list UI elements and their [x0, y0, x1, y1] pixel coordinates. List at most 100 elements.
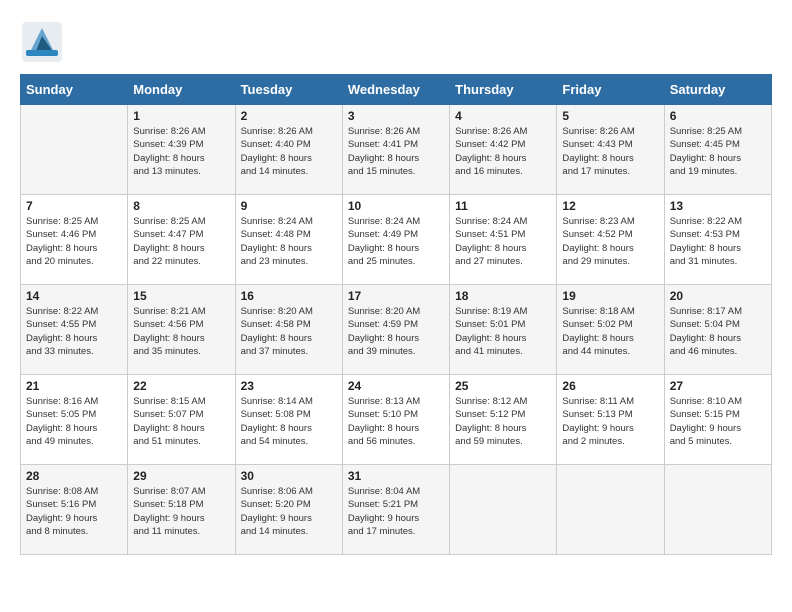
- day-number: 16: [241, 289, 337, 303]
- day-cell: 18 Sunrise: 8:19 AM Sunset: 5:01 PM Dayli…: [450, 285, 557, 375]
- day-cell: 5 Sunrise: 8:26 AM Sunset: 4:43 PM Daylig…: [557, 105, 664, 195]
- day-info: Sunrise: 8:13 AM Sunset: 5:10 PM Dayligh…: [348, 395, 444, 448]
- day-number: 14: [26, 289, 122, 303]
- day-cell: [450, 465, 557, 555]
- day-info: Sunrise: 8:24 AM Sunset: 4:48 PM Dayligh…: [241, 215, 337, 268]
- day-cell: 8Sunrise: 8:25 AM Sunset: 4:47 PM Daylig…: [128, 195, 235, 285]
- day-cell: 12Sunrise: 8:23 AM Sunset: 4:52 PM Dayli…: [557, 195, 664, 285]
- day-number: 31: [348, 469, 444, 483]
- day-cell: 2 Sunrise: 8:26 AM Sunset: 4:40 PM Daylig…: [235, 105, 342, 195]
- day-number: 4: [455, 109, 551, 123]
- day-info: Sunrise: 8:06 AM Sunset: 5:20 PM Dayligh…: [241, 485, 337, 538]
- day-number: 3: [348, 109, 444, 123]
- day-number: 15: [133, 289, 229, 303]
- day-number: 21: [26, 379, 122, 393]
- day-number: 8: [133, 199, 229, 213]
- day-info: Sunrise: 8:25 AM Sunset: 4:46 PM Dayligh…: [26, 215, 122, 268]
- day-number: 9: [241, 199, 337, 213]
- day-info: Sunrise: 8:26 AM Sunset: 4:42 PM Dayligh…: [455, 125, 551, 178]
- day-cell: 26Sunrise: 8:11 AM Sunset: 5:13 PM Dayli…: [557, 375, 664, 465]
- day-number: 25: [455, 379, 551, 393]
- day-cell: 11 Sunrise: 8:24 AM Sunset: 4:51 PM Dayli…: [450, 195, 557, 285]
- day-info: Sunrise: 8:22 AM Sunset: 4:53 PM Dayligh…: [670, 215, 766, 268]
- day-number: 24: [348, 379, 444, 393]
- day-cell: 9 Sunrise: 8:24 AM Sunset: 4:48 PM Daylig…: [235, 195, 342, 285]
- day-cell: 24 Sunrise: 8:13 AM Sunset: 5:10 PM Dayli…: [342, 375, 449, 465]
- day-number: 2: [241, 109, 337, 123]
- calendar-table: SundayMondayTuesdayWednesdayThursdayFrid…: [20, 74, 772, 555]
- logo: [20, 20, 64, 64]
- day-info: Sunrise: 8:07 AM Sunset: 5:18 PM Dayligh…: [133, 485, 229, 538]
- day-cell: 3Sunrise: 8:26 AM Sunset: 4:41 PM Daylig…: [342, 105, 449, 195]
- day-number: 5: [562, 109, 658, 123]
- header-friday: Friday: [557, 75, 664, 105]
- day-cell: 27 Sunrise: 8:10 AM Sunset: 5:15 PM Dayli…: [664, 375, 771, 465]
- day-info: Sunrise: 8:16 AM Sunset: 5:05 PM Dayligh…: [26, 395, 122, 448]
- day-cell: 6Sunrise: 8:25 AM Sunset: 4:45 PM Daylig…: [664, 105, 771, 195]
- header-saturday: Saturday: [664, 75, 771, 105]
- day-info: Sunrise: 8:20 AM Sunset: 4:58 PM Dayligh…: [241, 305, 337, 358]
- day-info: Sunrise: 8:22 AM Sunset: 4:55 PM Dayligh…: [26, 305, 122, 358]
- day-cell: 14 Sunrise: 8:22 AM Sunset: 4:55 PM Dayli…: [21, 285, 128, 375]
- day-cell: 19 Sunrise: 8:18 AM Sunset: 5:02 PM Dayli…: [557, 285, 664, 375]
- day-cell: 1Sunrise: 8:26 AM Sunset: 4:39 PM Daylig…: [128, 105, 235, 195]
- week-row-1: 1Sunrise: 8:26 AM Sunset: 4:39 PM Daylig…: [21, 105, 772, 195]
- day-number: 29: [133, 469, 229, 483]
- day-cell: 30 Sunrise: 8:06 AM Sunset: 5:20 PM Dayli…: [235, 465, 342, 555]
- day-cell: 17Sunrise: 8:20 AM Sunset: 4:59 PM Dayli…: [342, 285, 449, 375]
- header-tuesday: Tuesday: [235, 75, 342, 105]
- day-info: Sunrise: 8:14 AM Sunset: 5:08 PM Dayligh…: [241, 395, 337, 448]
- day-info: Sunrise: 8:20 AM Sunset: 4:59 PM Dayligh…: [348, 305, 444, 358]
- day-info: Sunrise: 8:18 AM Sunset: 5:02 PM Dayligh…: [562, 305, 658, 358]
- day-cell: [557, 465, 664, 555]
- day-info: Sunrise: 8:15 AM Sunset: 5:07 PM Dayligh…: [133, 395, 229, 448]
- week-row-5: 28Sunrise: 8:08 AM Sunset: 5:16 PM Dayli…: [21, 465, 772, 555]
- day-number: 10: [348, 199, 444, 213]
- header-thursday: Thursday: [450, 75, 557, 105]
- day-info: Sunrise: 8:12 AM Sunset: 5:12 PM Dayligh…: [455, 395, 551, 448]
- day-info: Sunrise: 8:17 AM Sunset: 5:04 PM Dayligh…: [670, 305, 766, 358]
- day-number: 1: [133, 109, 229, 123]
- day-info: Sunrise: 8:23 AM Sunset: 4:52 PM Dayligh…: [562, 215, 658, 268]
- day-number: 13: [670, 199, 766, 213]
- day-cell: 7Sunrise: 8:25 AM Sunset: 4:46 PM Daylig…: [21, 195, 128, 285]
- day-cell: 10 Sunrise: 8:24 AM Sunset: 4:49 PM Dayli…: [342, 195, 449, 285]
- day-cell: 31 Sunrise: 8:04 AM Sunset: 5:21 PM Dayli…: [342, 465, 449, 555]
- day-cell: 4 Sunrise: 8:26 AM Sunset: 4:42 PM Daylig…: [450, 105, 557, 195]
- day-number: 27: [670, 379, 766, 393]
- logo-icon: [20, 20, 64, 64]
- page-header: [20, 20, 772, 64]
- header-sunday: Sunday: [21, 75, 128, 105]
- day-cell: 20 Sunrise: 8:17 AM Sunset: 5:04 PM Dayli…: [664, 285, 771, 375]
- day-info: Sunrise: 8:11 AM Sunset: 5:13 PM Dayligh…: [562, 395, 658, 448]
- day-cell: 13 Sunrise: 8:22 AM Sunset: 4:53 PM Dayli…: [664, 195, 771, 285]
- day-cell: 25 Sunrise: 8:12 AM Sunset: 5:12 PM Dayli…: [450, 375, 557, 465]
- day-number: 23: [241, 379, 337, 393]
- day-info: Sunrise: 8:24 AM Sunset: 4:49 PM Dayligh…: [348, 215, 444, 268]
- day-info: Sunrise: 8:26 AM Sunset: 4:40 PM Dayligh…: [241, 125, 337, 178]
- week-row-2: 7Sunrise: 8:25 AM Sunset: 4:46 PM Daylig…: [21, 195, 772, 285]
- day-number: 22: [133, 379, 229, 393]
- week-row-4: 21 Sunrise: 8:16 AM Sunset: 5:05 PM Dayli…: [21, 375, 772, 465]
- week-row-3: 14 Sunrise: 8:22 AM Sunset: 4:55 PM Dayli…: [21, 285, 772, 375]
- day-info: Sunrise: 8:26 AM Sunset: 4:43 PM Dayligh…: [562, 125, 658, 178]
- day-number: 18: [455, 289, 551, 303]
- day-cell: 29 Sunrise: 8:07 AM Sunset: 5:18 PM Dayli…: [128, 465, 235, 555]
- day-number: 11: [455, 199, 551, 213]
- day-info: Sunrise: 8:19 AM Sunset: 5:01 PM Dayligh…: [455, 305, 551, 358]
- header-wednesday: Wednesday: [342, 75, 449, 105]
- day-info: Sunrise: 8:04 AM Sunset: 5:21 PM Dayligh…: [348, 485, 444, 538]
- day-cell: 15 Sunrise: 8:21 AM Sunset: 4:56 PM Dayli…: [128, 285, 235, 375]
- day-info: Sunrise: 8:24 AM Sunset: 4:51 PM Dayligh…: [455, 215, 551, 268]
- day-cell: [664, 465, 771, 555]
- day-number: 28: [26, 469, 122, 483]
- day-number: 19: [562, 289, 658, 303]
- day-info: Sunrise: 8:10 AM Sunset: 5:15 PM Dayligh…: [670, 395, 766, 448]
- day-info: Sunrise: 8:21 AM Sunset: 4:56 PM Dayligh…: [133, 305, 229, 358]
- day-number: 30: [241, 469, 337, 483]
- day-info: Sunrise: 8:25 AM Sunset: 4:45 PM Dayligh…: [670, 125, 766, 178]
- day-number: 20: [670, 289, 766, 303]
- day-cell: 23 Sunrise: 8:14 AM Sunset: 5:08 PM Dayli…: [235, 375, 342, 465]
- calendar-body: 1Sunrise: 8:26 AM Sunset: 4:39 PM Daylig…: [21, 105, 772, 555]
- day-cell: 21 Sunrise: 8:16 AM Sunset: 5:05 PM Dayli…: [21, 375, 128, 465]
